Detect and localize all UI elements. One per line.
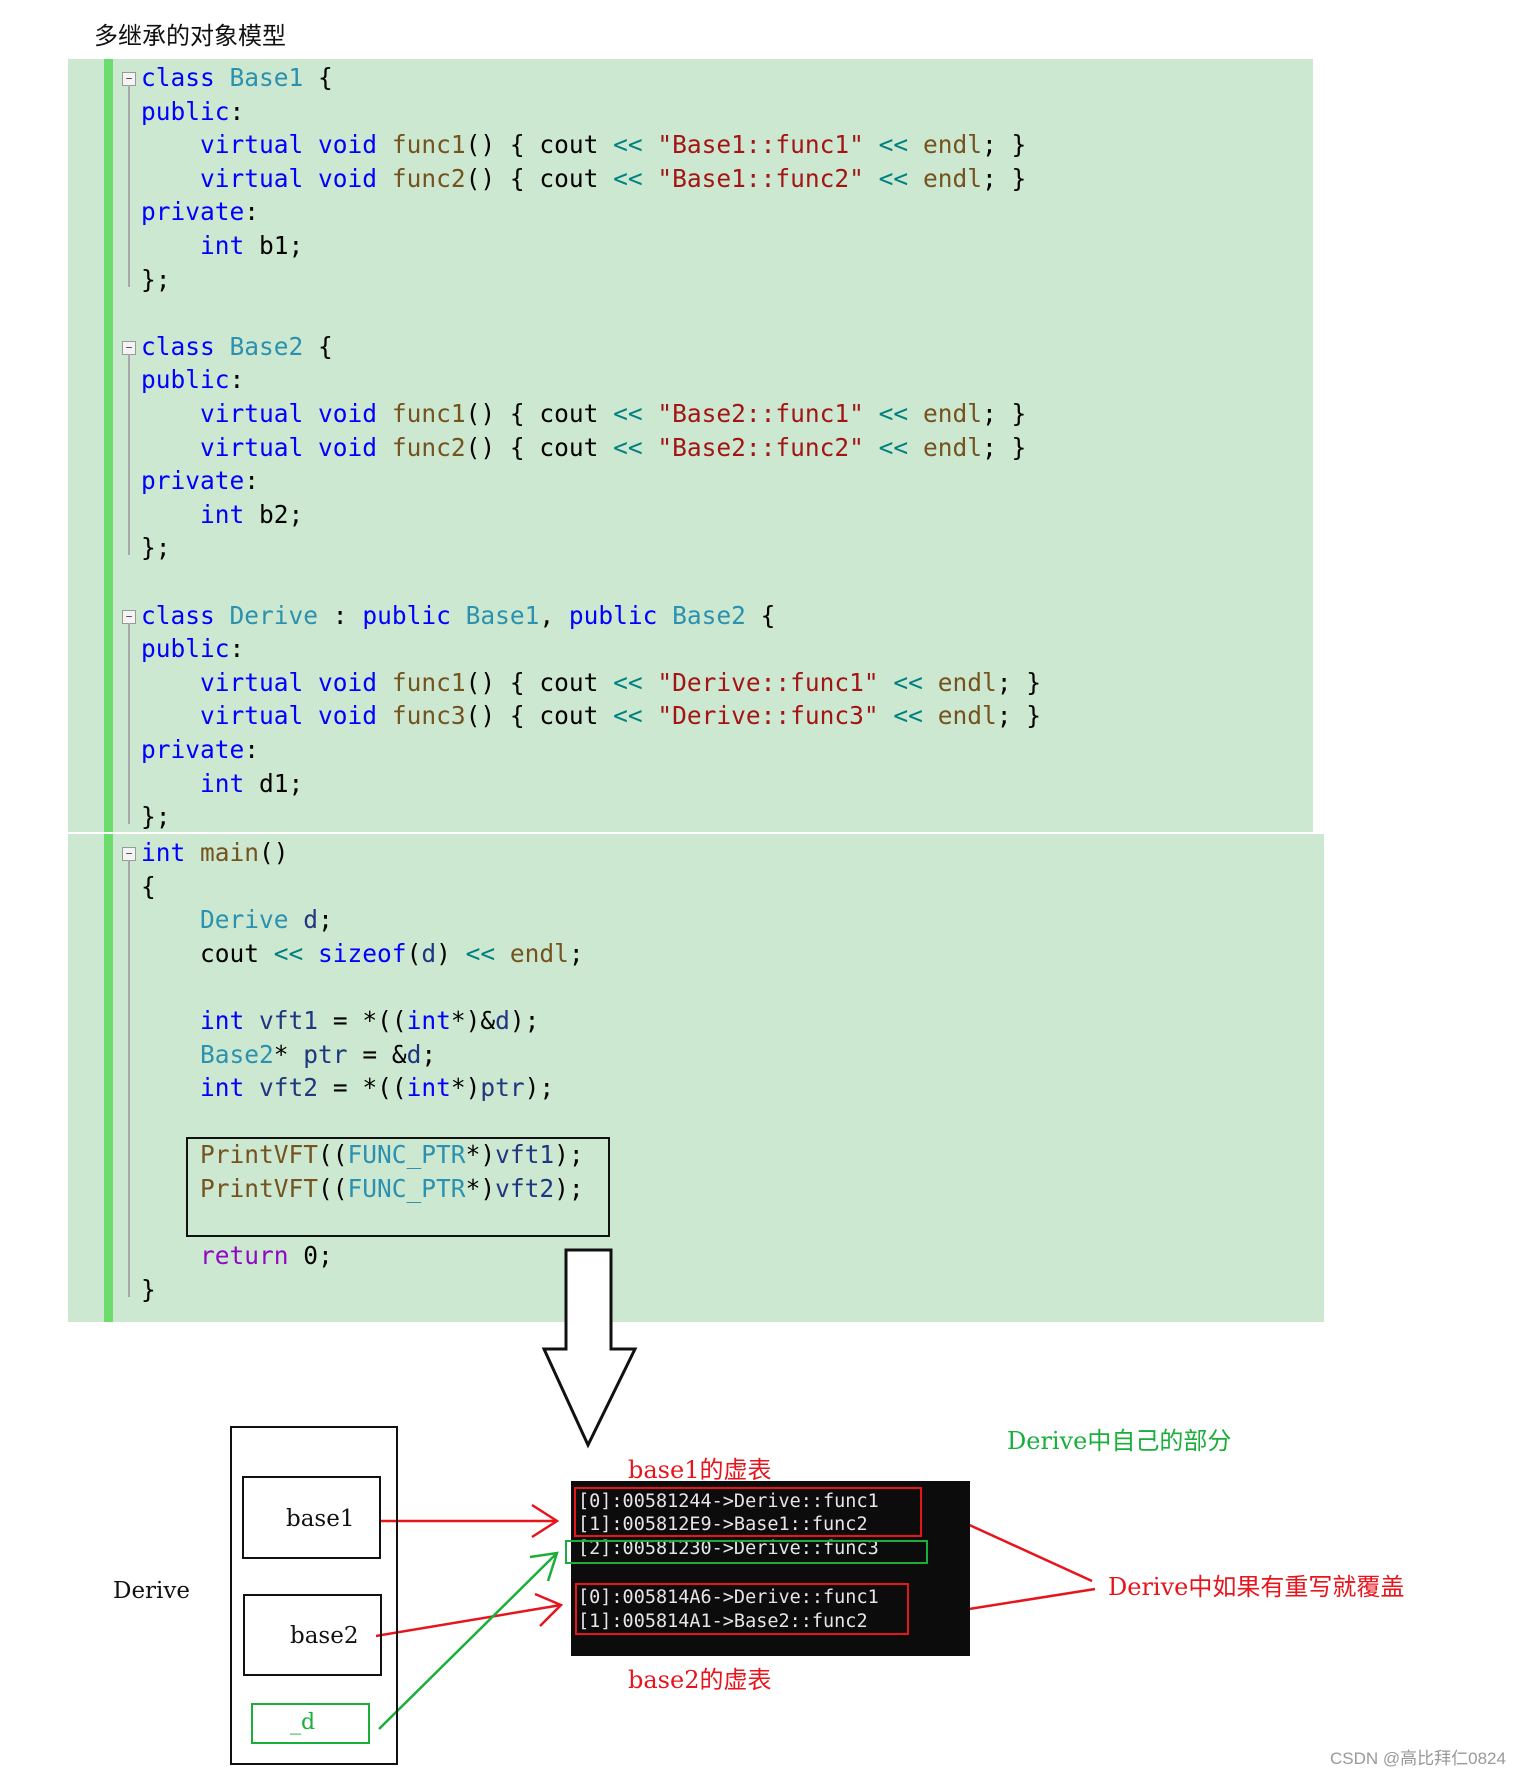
base2-arrow	[375, 1603, 562, 1638]
override-label: Derive中如果有重写就覆盖	[1108, 1573, 1405, 1601]
derive-own-vtable-box	[565, 1540, 928, 1564]
d-arrow	[378, 1552, 558, 1730]
base2-label: base2	[290, 1623, 359, 1649]
watermark: CSDN @高比拜仁0824	[1330, 1749, 1506, 1768]
derive-label: Derive	[113, 1578, 191, 1604]
arrowhead-icon	[534, 1592, 564, 1627]
base1-label: base1	[286, 1506, 355, 1532]
d-label: _d	[290, 1710, 316, 1735]
own-part-label: Derive中自己的部分	[1007, 1427, 1232, 1455]
base2-vtable-box	[575, 1583, 909, 1635]
down-arrow-icon	[541, 1248, 638, 1449]
base2-vtable-label: base2的虚表	[628, 1666, 772, 1694]
base1-vtable-box	[574, 1487, 922, 1537]
base1-vtable-label: base1的虚表	[628, 1456, 772, 1484]
